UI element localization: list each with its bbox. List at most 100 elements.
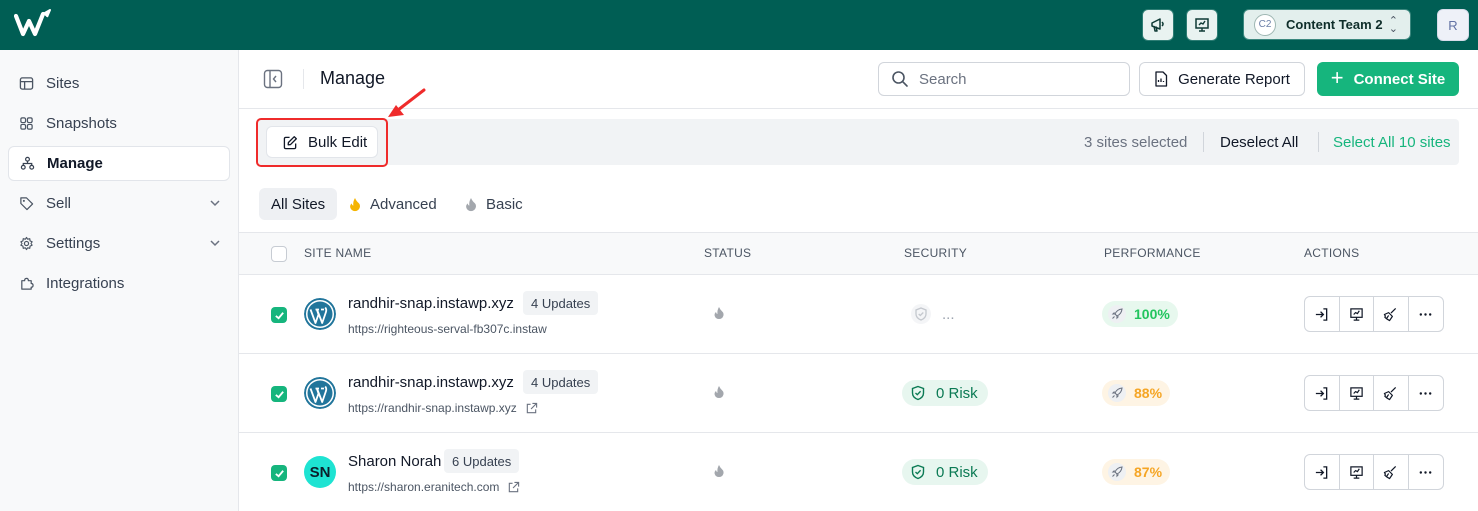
broom-icon — [1384, 386, 1397, 400]
security-text: 0 Risk — [936, 463, 978, 481]
broom-icon — [1384, 465, 1397, 479]
column-header-site-name: SITE NAME — [304, 246, 372, 260]
team-switcher[interactable]: C2 Content Team 2 ⌃ ⌄ — [1243, 9, 1411, 40]
preview-button[interactable] — [1340, 297, 1374, 331]
row-checkbox[interactable] — [271, 465, 287, 481]
plus-icon: + — [1330, 64, 1344, 90]
search-icon — [892, 71, 908, 87]
security-status[interactable]: 0 Risk — [902, 380, 988, 406]
presentation-icon — [1350, 307, 1363, 321]
sidebar-item-sites[interactable]: Sites — [8, 66, 230, 101]
table-row[interactable]: randhir-snap.instawp.xyz 4 Updates https… — [239, 275, 1478, 354]
generate-report-button[interactable]: Generate Report — [1139, 62, 1305, 96]
fire-icon — [464, 197, 478, 212]
external-link-icon[interactable] — [525, 402, 538, 415]
page-title: Manage — [320, 68, 386, 88]
more-horizontal-icon — [1419, 312, 1432, 316]
more-horizontal-icon — [1419, 391, 1432, 395]
updates-badge[interactable]: 4 Updates — [523, 291, 599, 315]
annotation-arrow-icon — [388, 88, 426, 117]
external-link-icon[interactable] — [507, 481, 520, 494]
megaphone-icon — [1151, 18, 1164, 32]
table-row[interactable]: SN Sharon Norah 6 Updates https://sharon… — [239, 433, 1478, 511]
column-header-performance: PERFORMANCE — [1104, 246, 1201, 260]
select-all-checkbox[interactable] — [271, 246, 287, 262]
chevron-up-down-icon: ⌃ ⌄ — [1388, 15, 1398, 35]
site-url-text: https://righteous-serval-fb307c.instaw — [348, 322, 547, 336]
more-options-button[interactable] — [1409, 455, 1443, 489]
sidebar-collapse-icon[interactable] — [263, 69, 283, 89]
table-header: SITE NAME STATUS SECURITY PERFORMANCE AC… — [239, 233, 1478, 275]
sidebar-item-label: Sell — [46, 195, 72, 212]
sidebar-item-settings[interactable]: Settings — [8, 226, 230, 261]
broom-icon — [1384, 307, 1397, 321]
presentation-icon — [1195, 18, 1209, 32]
rocket-icon — [1108, 384, 1126, 402]
sidebar-item-integrations[interactable]: Integrations — [8, 266, 230, 301]
site-url[interactable]: https://righteous-serval-fb307c.instaw — [348, 322, 547, 336]
site-name[interactable]: randhir-snap.instawp.xyz — [348, 374, 514, 391]
divider — [1203, 132, 1204, 152]
security-status[interactable]: ... — [902, 301, 965, 327]
sidebar-item-sell[interactable]: Sell — [8, 186, 230, 221]
row-actions — [1304, 454, 1444, 490]
row-checkbox[interactable] — [271, 386, 287, 402]
check-icon — [274, 311, 284, 320]
site-name[interactable]: randhir-snap.instawp.xyz — [348, 295, 514, 312]
tab-label: Basic — [486, 195, 523, 213]
login-button[interactable] — [1305, 297, 1340, 331]
document-icon — [1154, 71, 1168, 87]
performance-score: 87% — [1134, 464, 1163, 480]
app-logo[interactable] — [14, 8, 54, 40]
table-row[interactable]: randhir-snap.instawp.xyz 4 Updates https… — [239, 354, 1478, 433]
announcements-button[interactable] — [1142, 9, 1174, 41]
row-actions — [1304, 296, 1444, 332]
preview-button[interactable] — [1340, 455, 1374, 489]
performance-badge[interactable]: 100% — [1102, 301, 1178, 327]
more-options-button[interactable] — [1409, 376, 1443, 410]
performance-badge[interactable]: 88% — [1102, 380, 1171, 406]
login-icon — [1316, 307, 1328, 321]
tab-advanced[interactable]: Advanced — [348, 188, 437, 220]
row-checkbox[interactable] — [271, 307, 287, 323]
preview-button[interactable] — [1340, 376, 1374, 410]
search-input[interactable] — [919, 70, 1119, 88]
divider — [1318, 132, 1319, 152]
connect-site-button[interactable]: + Connect Site — [1317, 62, 1459, 96]
rocket-icon — [1108, 305, 1126, 323]
security-status[interactable]: 0 Risk — [902, 459, 988, 485]
updates-badge[interactable]: 4 Updates — [523, 370, 599, 394]
site-url[interactable]: https://sharon.eranitech.com — [348, 480, 520, 494]
wordpress-icon — [304, 298, 336, 330]
tab-all-sites[interactable]: All Sites — [259, 188, 338, 220]
sidebar-item-snapshots[interactable]: Snapshots — [8, 106, 230, 141]
more-horizontal-icon — [1419, 470, 1432, 474]
login-button[interactable] — [1305, 455, 1340, 489]
wordpress-icon — [304, 377, 336, 409]
updates-badge[interactable]: 6 Updates — [444, 449, 520, 473]
presentation-button[interactable] — [1186, 9, 1218, 41]
sidebar-item-manage[interactable]: Manage — [8, 146, 230, 181]
grid-icon — [18, 116, 34, 132]
generate-report-label: Generate Report — [1178, 70, 1290, 88]
user-avatar[interactable]: R — [1437, 9, 1469, 41]
sidebar-item-label: Snapshots — [46, 115, 117, 132]
site-avatar: SN — [304, 456, 336, 488]
cleanup-button[interactable] — [1374, 297, 1409, 331]
login-icon — [1316, 386, 1328, 400]
column-header-security: SECURITY — [904, 246, 968, 260]
selected-count: 3 sites selected — [1084, 134, 1188, 151]
site-url[interactable]: https://randhir-snap.instawp.xyz — [348, 401, 538, 415]
team-name: Content Team 2 — [1286, 17, 1383, 32]
cleanup-button[interactable] — [1374, 376, 1409, 410]
deselect-all-button[interactable]: Deselect All — [1220, 134, 1298, 151]
performance-badge[interactable]: 87% — [1102, 459, 1171, 485]
site-name[interactable]: Sharon Norah — [348, 453, 441, 470]
more-options-button[interactable] — [1409, 297, 1443, 331]
cleanup-button[interactable] — [1374, 455, 1409, 489]
tab-basic[interactable]: Basic — [464, 188, 523, 220]
select-all-button[interactable]: Select All 10 sites — [1333, 134, 1451, 151]
shield-check-icon — [910, 385, 926, 401]
search-box[interactable] — [878, 62, 1130, 96]
login-button[interactable] — [1305, 376, 1340, 410]
